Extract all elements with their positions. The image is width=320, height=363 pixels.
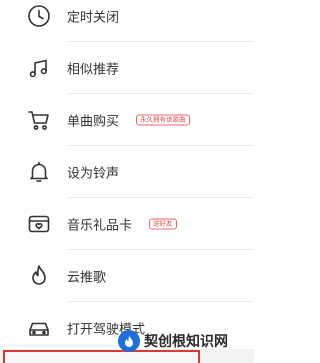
clock-icon [26,3,52,29]
shopping-cart-icon [26,107,52,133]
menu-item-label: 音乐礼品卡 [67,218,133,234]
menu-item-label: 设为铃声 [67,166,120,182]
menu-item-gift-card[interactable]: 音乐礼品卡 送好友 [0,198,254,250]
menu-item-similar-recommend[interactable]: 相似推荐 [0,42,254,94]
menu-item-buy-single[interactable]: 单曲购买 永久拥有该歌曲 [0,94,254,146]
menu-item-label: 相似推荐 [67,62,120,78]
more-options-menu: 定时关闭 相似推荐 单曲购买 永久拥有该歌曲 设为铃声 音乐礼品卡 送好友 云推… [0,0,254,363]
bell-icon [26,159,52,185]
gift-card-icon [26,211,52,237]
send-friend-tag: 送好友 [149,218,177,230]
permanent-own-tag: 永久拥有该歌曲 [136,114,190,126]
music-notes-icon [26,55,52,81]
menu-item-sleep-timer[interactable]: 定时关闭 [0,0,254,42]
car-icon [26,315,52,341]
menu-item-label: 定时关闭 [67,10,120,26]
watermark-logo-icon [118,330,140,352]
menu-item-set-ringtone[interactable]: 设为铃声 [0,146,254,198]
watermark-text: 契创根知识网 [144,334,228,350]
menu-item-label: 云推歌 [67,270,107,286]
watermark: 契创根知识网 [118,328,228,354]
menu-item-label: 单曲购买 [67,114,120,130]
flame-icon [26,263,52,289]
menu-item-cloud-push[interactable]: 云推歌 [0,250,254,302]
